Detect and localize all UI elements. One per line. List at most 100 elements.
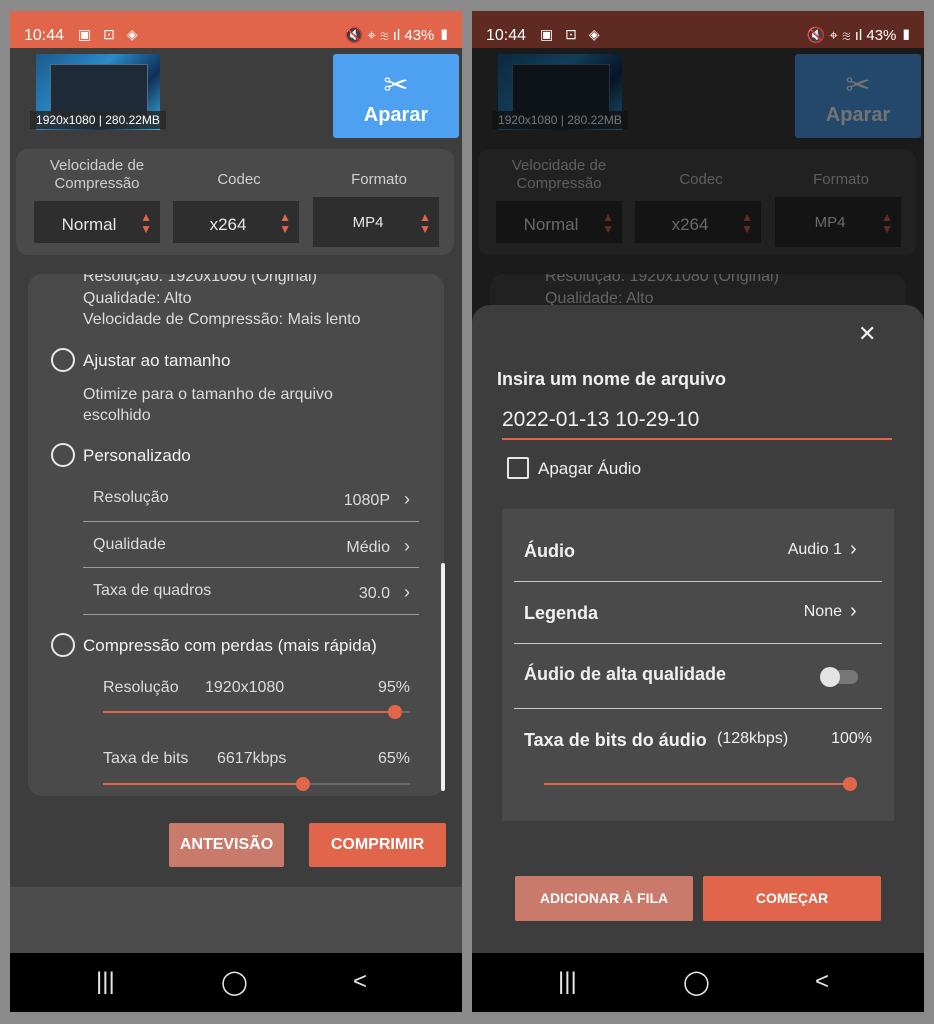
dialog-title: Insira um nome de arquivo xyxy=(497,369,727,389)
info-line: Qualidade: Alto xyxy=(83,290,192,307)
slider-percent: 65% xyxy=(377,750,410,767)
recents-icon[interactable]: ||| xyxy=(558,968,577,996)
system-icons: 🔇 ⌖ ≋ ıl xyxy=(344,27,401,44)
trim-button[interactable]: ✂ Aparar xyxy=(333,54,459,138)
remove-audio-checkbox[interactable] xyxy=(507,457,529,479)
audio-settings-box: Áudio Audio 1 › Legenda None › Áudio de … xyxy=(502,509,894,821)
divider xyxy=(514,643,882,644)
up-down-arrow-icon: ▲▼ xyxy=(140,210,152,236)
add-to-queue-button[interactable]: ADICIONAR À FILA xyxy=(515,876,693,921)
divider xyxy=(514,708,882,709)
battery-icon: ▮ xyxy=(900,27,912,44)
slider-thumb[interactable] xyxy=(843,777,857,791)
custom-row-value: 1080P xyxy=(343,492,390,509)
bitrate-percent: 100% xyxy=(831,730,872,747)
battery-icon: ▮ xyxy=(438,27,450,44)
navigation-bar: ||| ◯ < xyxy=(10,953,462,1012)
scissors-icon: ✂ xyxy=(383,69,409,102)
back-icon[interactable]: < xyxy=(353,968,367,996)
subtitle-label: Legenda xyxy=(524,603,599,623)
status-time: 10:44 xyxy=(24,27,65,44)
fit-size-label[interactable]: Ajustar ao tamanho xyxy=(83,351,230,371)
fit-size-description: Otimize para o tamanho de arquivo escolh… xyxy=(83,386,333,424)
status-right: 🔇 ⌖ ≋ ıl 43% ▮ xyxy=(807,26,912,44)
phone-right-screen: 10:44 ▣ ⊡ ◈ 🔇 ⌖ ≋ ıl 43% ▮ 1920x1080 | 2… xyxy=(472,11,924,1012)
home-icon[interactable]: ◯ xyxy=(221,968,248,997)
bitrate-value: (128kbps) xyxy=(717,730,789,747)
info-line: Resolução: 1920x1080 (Original) xyxy=(83,274,317,285)
close-icon[interactable]: ✕ xyxy=(858,321,876,347)
up-down-arrow-icon: ▲▼ xyxy=(279,210,291,236)
back-icon[interactable]: < xyxy=(815,968,829,996)
status-bar-dimmed: 10:44 ▣ ⊡ ◈ 🔇 ⌖ ≋ ıl 43% ▮ xyxy=(472,11,924,48)
chevron-right-icon: › xyxy=(404,489,410,509)
format-spinner[interactable]: MP4 ▲▼ xyxy=(313,197,439,247)
info-line: Velocidade de Compressão: Mais lento xyxy=(83,311,361,328)
bottom-area xyxy=(10,887,462,953)
custom-row-value: Médio xyxy=(346,539,390,556)
lossy-radio[interactable] xyxy=(51,633,75,657)
bitrate-slider[interactable] xyxy=(103,776,410,792)
compression-options-panel: Resolução: 1920x1080 (Original) Qualidad… xyxy=(28,274,444,796)
compress-button[interactable]: COMPRIMIR xyxy=(309,823,446,867)
recents-icon[interactable]: ||| xyxy=(96,968,115,996)
system-icons: 🔇 ⌖ ≋ ıl xyxy=(806,27,863,44)
custom-row-label: Qualidade xyxy=(93,536,166,553)
scrollbar[interactable] xyxy=(441,563,445,791)
custom-row-label: Taxa de quadros xyxy=(93,582,212,599)
chevron-right-icon: › xyxy=(850,600,857,622)
export-dialog: ✕ Insira um nome de arquivo 2022-01-13 1… xyxy=(472,305,924,953)
format-value: MP4 xyxy=(352,214,384,231)
filename-input[interactable]: 2022-01-13 10-29-10 xyxy=(502,408,892,440)
slider-thumb[interactable] xyxy=(387,705,402,719)
hq-audio-label: Áudio de alta qualidade xyxy=(524,664,727,684)
resolution-slider[interactable] xyxy=(103,704,410,720)
trim-label: Aparar xyxy=(363,104,429,126)
divider xyxy=(83,567,419,568)
divider xyxy=(83,614,419,615)
codec-spinner[interactable]: x264 ▲▼ xyxy=(173,201,299,243)
slider-label: Resolução xyxy=(103,679,179,696)
audio-bitrate-slider[interactable] xyxy=(544,776,857,792)
speed-label: Velocidade de Compressão xyxy=(49,157,145,192)
audio-label: Áudio xyxy=(524,541,575,561)
custom-radio[interactable] xyxy=(51,443,75,467)
lossy-label[interactable]: Compressão com perdas (mais rápida) xyxy=(83,636,377,656)
chevron-right-icon: › xyxy=(404,536,410,556)
chevron-right-icon: › xyxy=(404,582,410,602)
bitrate-label: Taxa de bits do áudio xyxy=(524,730,707,750)
compression-settings: Velocidade de Compressão Codec Formato N… xyxy=(16,149,454,255)
fit-size-radio[interactable] xyxy=(51,348,75,372)
remove-audio-label[interactable]: Apagar Áudio xyxy=(538,459,641,479)
notification-icons: ▣ ⊡ ◈ xyxy=(540,26,604,42)
home-icon[interactable]: ◯ xyxy=(683,968,710,997)
battery-percent: 43% xyxy=(404,27,435,44)
slider-thumb[interactable] xyxy=(295,777,310,791)
speed-value: Normal xyxy=(61,215,117,234)
video-info-label: 1920x1080 | 280.22MB xyxy=(30,111,166,129)
phone-left-screen: 10:44 ▣ ⊡ ◈ 🔇 ⌖ ≋ ıl 43% ▮ 1920x1080 | 2… xyxy=(10,11,462,1012)
preview-button[interactable]: ANTEVISÃO xyxy=(169,823,284,867)
toggle-knob xyxy=(820,667,840,687)
hq-audio-toggle[interactable] xyxy=(820,667,860,687)
divider xyxy=(514,581,882,582)
speed-spinner[interactable]: Normal ▲▼ xyxy=(34,201,160,243)
codec-value: x264 xyxy=(209,215,247,234)
status-bar: 10:44 ▣ ⊡ ◈ 🔇 ⌖ ≋ ıl 43% ▮ xyxy=(10,11,462,48)
status-time: 10:44 xyxy=(486,27,527,44)
custom-row-value: 30.0 xyxy=(358,585,390,602)
start-button[interactable]: COMEÇAR xyxy=(703,876,881,921)
slider-percent: 95% xyxy=(377,679,410,696)
chevron-right-icon: › xyxy=(850,538,857,560)
format-label: Formato xyxy=(351,171,407,188)
slider-label: Taxa de bits xyxy=(103,750,189,767)
audio-value: Audio 1 xyxy=(787,541,842,558)
up-down-arrow-icon: ▲▼ xyxy=(419,210,431,236)
slider-value: 1920x1080 xyxy=(205,679,285,696)
navigation-bar: ||| ◯ < xyxy=(472,953,924,1012)
notification-icons: ▣ ⊡ ◈ xyxy=(78,26,142,42)
custom-label[interactable]: Personalizado xyxy=(83,446,191,466)
custom-row-label: Resolução xyxy=(93,489,169,506)
codec-label: Codec xyxy=(217,171,261,188)
subtitle-value: None xyxy=(803,603,842,620)
